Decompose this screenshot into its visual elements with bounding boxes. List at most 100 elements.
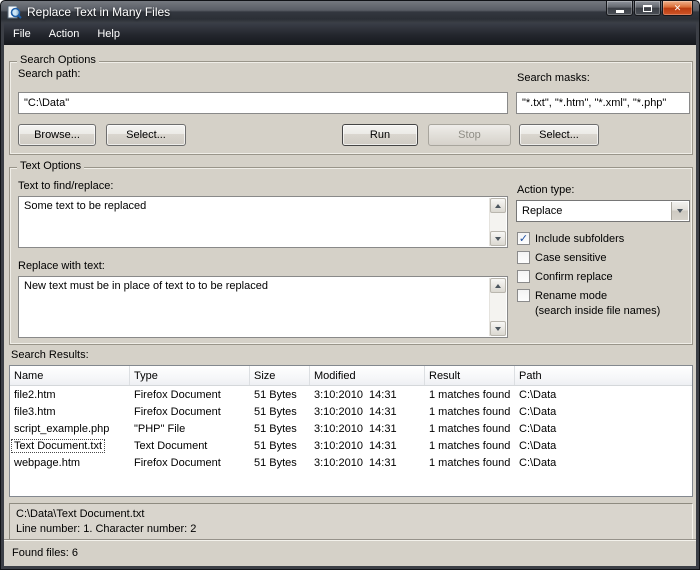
arrow-down-icon <box>495 237 501 241</box>
cell-result: 1 matches found <box>425 406 515 418</box>
cell-name: file2.htm <box>10 389 130 401</box>
text-options-group: Text Options Text to find/replace: Some … <box>9 167 693 345</box>
find-text-value: Some text to be replaced <box>24 200 146 212</box>
table-row[interactable]: file3.htmFirefox Document51 Bytes3:10:20… <box>10 403 692 420</box>
table-row[interactable]: Text Document.txtText Document51 Bytes3:… <box>10 437 692 454</box>
checkbox-rename-mode[interactable]: Rename mode <box>517 289 689 302</box>
cell-name: Text Document.txt <box>10 439 130 453</box>
checkbox-include-subfolders[interactable]: ✓Include subfolders <box>517 232 689 245</box>
detail-position-info: Line number: 1. Character number: 2 <box>16 522 686 537</box>
menu-action[interactable]: Action <box>40 23 89 45</box>
cell-modified: 3:10:2010 14:31 <box>310 440 425 452</box>
close-button[interactable]: ✕ <box>662 1 693 16</box>
window-title: Replace Text in Many Files <box>27 5 170 19</box>
cell-path: C:\Data <box>515 440 692 452</box>
menu-help[interactable]: Help <box>88 23 129 45</box>
menubar: File Action Help <box>4 23 696 45</box>
table-row[interactable]: script_example.php"PHP" File51 Bytes3:10… <box>10 420 692 437</box>
scroll-up-button[interactable] <box>490 278 506 293</box>
checkbox-box[interactable]: ✓ <box>517 232 530 245</box>
scroll-down-button[interactable] <box>490 231 506 246</box>
dropdown-arrow-button[interactable] <box>671 202 688 220</box>
maximize-icon <box>643 5 652 12</box>
cell-path: C:\Data <box>515 406 692 418</box>
replace-text-area[interactable]: New text must be in place of text to to … <box>18 276 508 338</box>
cell-path: C:\Data <box>515 423 692 435</box>
cell-result: 1 matches found <box>425 440 515 452</box>
find-scrollbar[interactable] <box>489 198 506 246</box>
run-button[interactable]: Run <box>342 124 418 146</box>
status-text: Found files: 6 <box>12 547 78 559</box>
column-header-name[interactable]: Name <box>10 366 130 385</box>
select-path-button[interactable]: Select... <box>106 124 186 146</box>
window-controls: ✕ <box>606 1 693 16</box>
menu-file[interactable]: File <box>4 23 40 45</box>
search-results-label: Search Results: <box>11 349 89 361</box>
checkbox-case-sensitive[interactable]: Case sensitive <box>517 251 689 264</box>
cell-size: 51 Bytes <box>250 389 310 401</box>
checkbox-label: Case sensitive <box>535 252 607 264</box>
detail-panel: C:\Data\Text Document.txt Line number: 1… <box>9 503 693 541</box>
arrow-up-icon <box>495 204 501 208</box>
checkbox-box[interactable] <box>517 270 530 283</box>
cell-modified: 3:10:2010 14:31 <box>310 423 425 435</box>
checkbox-sublabel: (search inside file names) <box>535 305 689 317</box>
table-row[interactable]: file2.htmFirefox Document51 Bytes3:10:20… <box>10 386 692 403</box>
cell-modified: 3:10:2010 14:31 <box>310 406 425 418</box>
cell-modified: 3:10:2010 14:31 <box>310 457 425 469</box>
checkbox-label: Rename mode <box>535 290 607 302</box>
action-type-value: Replace <box>522 205 562 217</box>
action-type-label: Action type: <box>517 184 574 196</box>
content: Search Options Search path: Search masks… <box>4 45 696 566</box>
search-options-group-label: Search Options <box>17 54 99 66</box>
browse-button[interactable]: Browse... <box>18 124 96 146</box>
app-icon <box>7 5 22 20</box>
replace-scrollbar[interactable] <box>489 278 506 336</box>
selected-item-focus: Text Document.txt <box>11 439 105 453</box>
checkbox-label: Confirm replace <box>535 271 613 283</box>
checkbox-confirm-replace[interactable]: Confirm replace <box>517 270 689 283</box>
scroll-up-button[interactable] <box>490 198 506 213</box>
column-header-modified[interactable]: Modified <box>310 366 425 385</box>
close-icon: ✕ <box>674 4 682 13</box>
maximize-button[interactable] <box>634 1 661 16</box>
replace-text-value: New text must be in place of text to to … <box>24 280 268 292</box>
cell-result: 1 matches found <box>425 457 515 469</box>
results-rows: file2.htmFirefox Document51 Bytes3:10:20… <box>10 386 692 471</box>
results-list[interactable]: Name Type Size Modified Result Path file… <box>9 365 693 497</box>
checkbox-box[interactable] <box>517 251 530 264</box>
action-type-dropdown[interactable]: Replace <box>516 200 690 222</box>
cell-size: 51 Bytes <box>250 406 310 418</box>
checkbox-box[interactable] <box>517 289 530 302</box>
titlebar[interactable]: Replace Text in Many Files ✕ <box>1 1 699 23</box>
cell-type: "PHP" File <box>130 423 250 435</box>
find-text-area[interactable]: Some text to be replaced <box>18 196 508 248</box>
column-header-type[interactable]: Type <box>130 366 250 385</box>
column-header-path[interactable]: Path <box>515 366 692 385</box>
arrow-up-icon <box>495 284 501 288</box>
stop-button: Stop <box>428 124 511 146</box>
arrow-down-icon <box>495 327 501 331</box>
column-header-size[interactable]: Size <box>250 366 310 385</box>
search-masks-input[interactable]: "*.txt", "*.htm", "*.xml", "*.php" <box>516 92 690 114</box>
cell-result: 1 matches found <box>425 389 515 401</box>
checkbox-list: ✓Include subfolders Case sensitive Confirm… <box>517 232 689 323</box>
select-masks-button[interactable]: Select... <box>519 124 599 146</box>
detail-file-path: C:\Data\Text Document.txt <box>16 507 686 522</box>
chevron-down-icon <box>677 209 683 213</box>
cell-size: 51 Bytes <box>250 457 310 469</box>
cell-path: C:\Data <box>515 389 692 401</box>
scroll-down-button[interactable] <box>490 321 506 336</box>
cell-name: webpage.htm <box>10 457 130 469</box>
app-window: Replace Text in Many Files ✕ File Action… <box>0 0 700 570</box>
search-options-group: Search Options Search path: Search masks… <box>9 61 693 155</box>
column-header-result[interactable]: Result <box>425 366 515 385</box>
cell-size: 51 Bytes <box>250 423 310 435</box>
cell-result: 1 matches found <box>425 423 515 435</box>
search-path-input[interactable]: "C:\Data" <box>18 92 508 114</box>
table-row[interactable]: webpage.htmFirefox Document51 Bytes3:10:… <box>10 454 692 471</box>
cell-type: Firefox Document <box>130 406 250 418</box>
search-masks-label: Search masks: <box>517 72 590 84</box>
find-text-label: Text to find/replace: <box>18 180 113 192</box>
minimize-button[interactable] <box>606 1 633 16</box>
